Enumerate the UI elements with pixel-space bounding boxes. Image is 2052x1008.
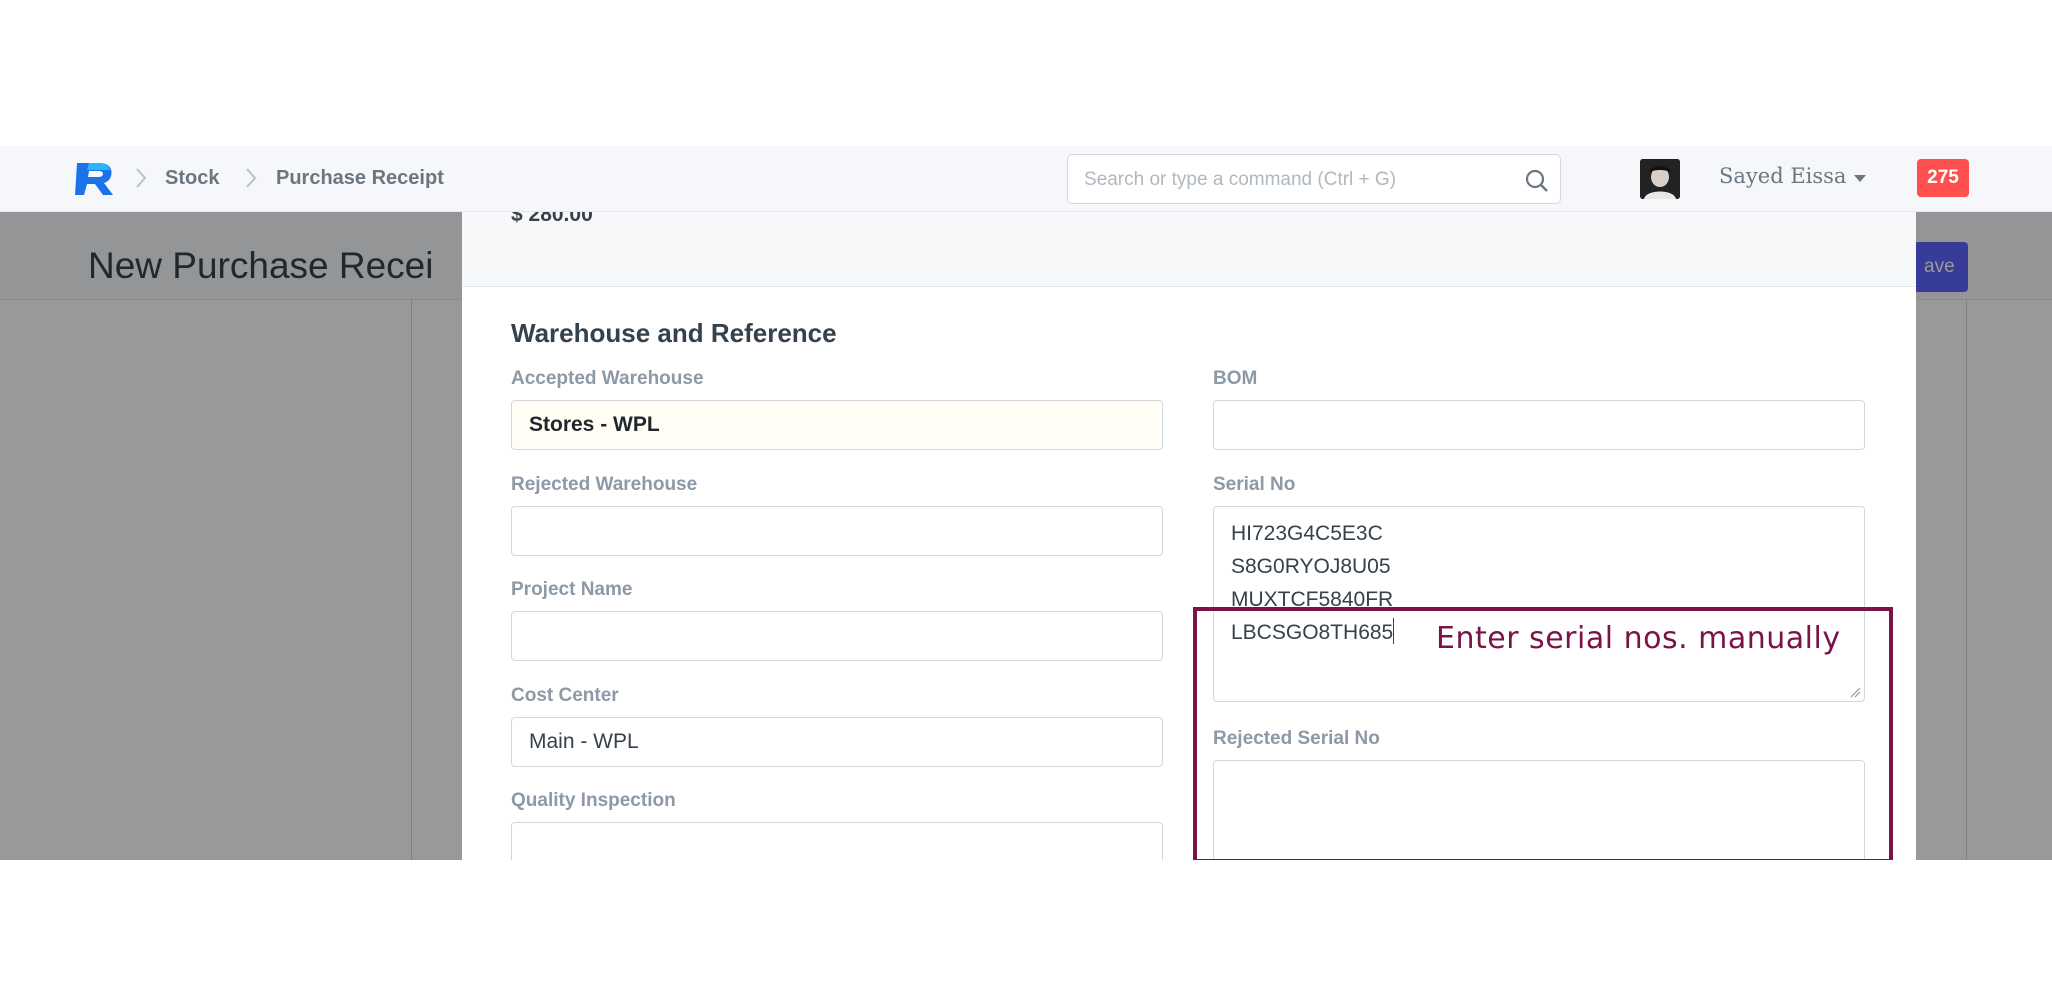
serial-no-line: HI723G4C5E3C	[1231, 522, 1383, 545]
search-placeholder: Search or type a command (Ctrl + G)	[1084, 169, 1397, 190]
bom-label: BOM	[1213, 368, 1258, 389]
breadcrumb-stock[interactable]: Stock	[165, 167, 219, 190]
quality-inspection-field[interactable]	[511, 822, 1163, 860]
accepted-warehouse-label: Accepted Warehouse	[511, 368, 704, 389]
app-window: New Purchase Recei ave Stock Purchase Re…	[0, 146, 2052, 860]
notification-badge[interactable]: 275	[1917, 159, 1969, 197]
project-name-label: Project Name	[511, 579, 633, 600]
user-menu[interactable]: Sayed Eissa	[1719, 164, 1846, 188]
cost-center-field[interactable]: Main - WPL	[511, 717, 1163, 767]
accepted-warehouse-field[interactable]: Stores - WPL	[511, 400, 1163, 450]
project-name-field[interactable]	[511, 611, 1163, 661]
search-input[interactable]: Search or type a command (Ctrl + G)	[1067, 154, 1561, 204]
rejected-warehouse-label: Rejected Warehouse	[511, 474, 698, 495]
caret-down-icon[interactable]	[1854, 175, 1866, 182]
user-photo-icon	[1640, 159, 1680, 199]
serial-no-line: S8G0RYOJ8U05	[1231, 555, 1391, 578]
dialog-top-section: $ 280.00	[462, 212, 1916, 287]
cost-center-label: Cost Center	[511, 685, 619, 706]
breadcrumb-purchase-receipt[interactable]: Purchase Receipt	[276, 167, 444, 190]
avatar[interactable]	[1640, 159, 1680, 199]
quality-inspection-label: Quality Inspection	[511, 790, 676, 811]
search-icon	[1525, 169, 1548, 192]
app-logo-icon[interactable]	[73, 159, 117, 199]
chevron-right-icon	[136, 168, 147, 188]
screenshot-stage: New Purchase Recei ave Stock Purchase Re…	[0, 0, 2052, 1008]
navbar: Stock Purchase Receipt Search or type a …	[0, 146, 2052, 212]
section-title: Warehouse and Reference	[511, 318, 837, 348]
bom-field[interactable]	[1213, 400, 1865, 450]
serial-no-label: Serial No	[1213, 474, 1296, 495]
annotation-text: Enter serial nos. manually	[1436, 621, 1841, 656]
rejected-warehouse-field[interactable]	[511, 506, 1163, 556]
chevron-right-icon	[246, 168, 257, 188]
amount-value: $ 280.00	[511, 212, 593, 226]
